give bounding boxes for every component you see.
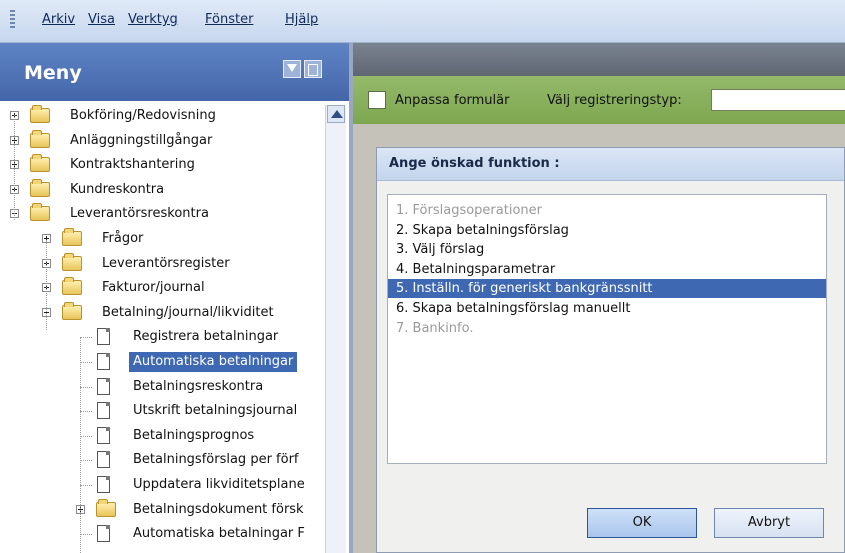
tree-row[interactable]: Frågor [0,228,325,250]
menu-fonster[interactable]: Fönster [205,12,253,27]
document-icon [97,426,110,444]
tree-row[interactable]: Leverantörsreskontra [0,203,325,225]
tree-item-label: Kundreskontra [70,181,165,197]
tree-item-label: Kontraktshantering [70,157,195,173]
menu-tree: Bokföring/Redovisning Anläggningstillgång… [0,105,325,553]
menu-verktyg[interactable]: Verktyg [128,12,178,27]
tree-row[interactable]: Betalning/journal/likviditet [0,301,325,324]
folder-icon [30,203,50,222]
document-icon [97,402,110,420]
document-icon [97,328,110,346]
tree-row[interactable]: Betalningsprognos [0,425,325,447]
tree-item-label: Leverantörsregister [102,255,230,271]
tree-row[interactable]: Leverantörsregister [0,252,325,275]
tree-connector [80,386,92,388]
tree-row[interactable]: Fakturor/journal [0,277,325,299]
grip-handle[interactable] [10,10,15,30]
tree-row[interactable]: Registrera betalningar [0,326,325,348]
folder-icon [30,178,50,197]
tree-connector [80,337,92,339]
tree-item-label: Uppdatera likviditetsplane [133,477,305,492]
dialog-titlebar: Ange önskad funktion : [377,148,844,181]
folder-icon [62,228,82,246]
function-option[interactable]: 3. Välj förslag [396,240,484,259]
menu-visa[interactable]: Visa [88,12,115,27]
function-option[interactable]: 4. Betalningsparametrar [396,260,555,279]
form-toolbar: Anpassa formulär Välj registreringstyp: [353,76,845,125]
tree-item-label: Betalningsförslag per förf [133,452,299,468]
tree-connector [80,362,92,363]
tree-row[interactable]: Utskrift betalningsjournal [0,400,325,422]
scroll-up-icon[interactable] [327,105,345,123]
ok-button[interactable]: OK [587,508,697,538]
regtype-label: Välj registreringstyp: [547,93,682,108]
tree-connector [80,485,92,486]
menu-header: Meny [0,43,349,101]
tree-item-label: Betalningsprognos [133,427,255,443]
customize-form-checkbox[interactable] [368,91,386,109]
tree-item-label: Bokföring/Redovisning [70,108,216,123]
tree-row[interactable]: Betalningsdokument försk [0,498,325,521]
tree-row[interactable]: Kontraktshantering [0,154,325,176]
tree-row[interactable]: Betalningsförslag per förf [0,449,325,471]
menubar: Arkiv Visa Verktyg Fönster Hjälp [0,0,845,43]
tree-row[interactable]: Betalningsreskontra [0,376,325,398]
tree-row[interactable]: Bokföring/Redovisning [0,105,325,127]
tree-item-label: Leverantörsreskontra [70,206,209,222]
function-option: 7. Bankinfo. [396,320,474,336]
tree-row[interactable]: Automatiska betalningar F [0,523,325,545]
tree-scrollbar[interactable] [325,105,346,553]
menu-title: Meny [24,62,82,84]
tree-item-label: Betalningsdokument försk [133,501,304,517]
function-option: 1. Förslagsoperationer [396,203,542,218]
regtype-input[interactable] [711,89,845,111]
tree-row[interactable]: Kundreskontra [0,178,325,201]
dialog-title: Ange önskad funktion : [389,156,560,171]
tree-row[interactable]: Uppdatera likviditetsplane [0,474,325,496]
navigation-panel: Meny Bokföring/Redovisning Anläggningstil… [0,43,353,553]
function-option[interactable]: 2. Skapa betalningsförslag [396,221,569,240]
folder-icon [30,129,50,148]
tree-guide-line [46,240,47,330]
document-icon [97,377,110,395]
tree-item-label: Automatiska betalningar F [133,526,305,542]
tree-connector [80,460,92,462]
tree-connector [80,435,92,437]
folder-icon [62,277,82,296]
document-icon [97,353,110,370]
tree-row[interactable]: Automatiska betalningar [0,351,325,373]
tree-guide-line [14,115,15,220]
folder-icon [62,252,82,271]
function-dialog: Ange önskad funktion : 1. Förslagsoperat… [376,147,845,553]
tree-connector [80,534,92,536]
document-icon [97,451,110,469]
customize-form-label: Anpassa formulär [395,93,510,108]
document-icon [97,476,110,493]
tree-item-label: Betalning/journal/likviditet [102,304,274,320]
filter-icon[interactable] [283,60,301,78]
folder-icon [30,154,50,173]
function-option[interactable]: 6. Skapa betalningsförslag manuellt [396,299,630,318]
tree-item-label: Fakturor/journal [102,280,205,296]
tree-connector [80,411,92,413]
function-listbox[interactable]: 1. Förslagsoperationer 2. Skapa betalning… [387,194,827,464]
tree-item-label: Betalningsreskontra [133,378,264,394]
tree-item-label: Automatiska betalningar [129,352,298,372]
document-icon [97,525,110,543]
form-area-header [353,43,845,76]
folder-icon [96,498,116,517]
folder-icon [30,105,50,123]
tree-item-label: Frågor [102,231,144,246]
folder-icon [62,301,82,320]
menu-arkiv[interactable]: Arkiv [42,12,75,27]
cancel-button[interactable]: Avbryt [714,508,824,538]
panel-toggle-icon[interactable] [304,60,322,78]
menu-hjalp[interactable]: Hjälp [285,12,318,27]
tree-guide-line [80,338,81,553]
tree-item-label: Registrera betalningar [133,329,279,345]
function-option[interactable]: 5. Inställn. för generiskt bankgränssnit… [388,279,826,299]
tree-row[interactable]: Anläggningstillgångar [0,129,325,152]
tree-item-label: Utskrift betalningsjournal [133,403,298,419]
tree-item-label: Anläggningstillgångar [70,132,213,148]
